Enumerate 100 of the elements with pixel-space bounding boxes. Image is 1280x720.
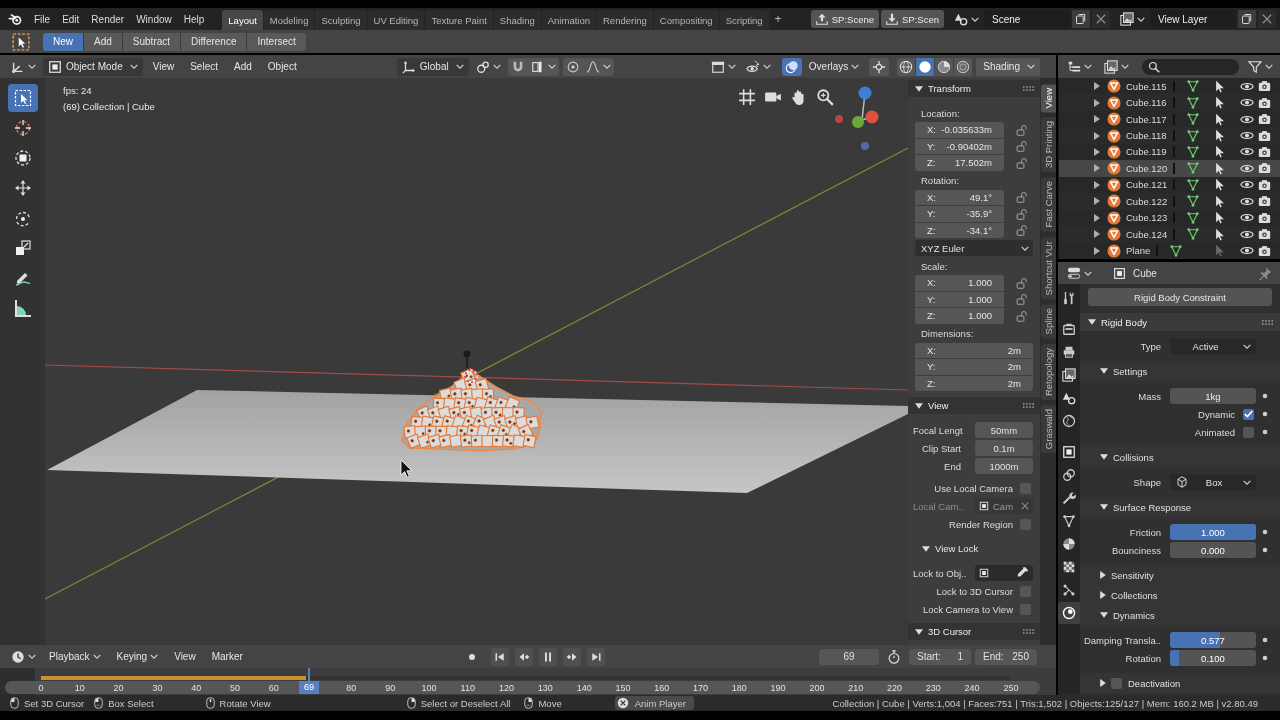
camera-icon[interactable] xyxy=(1258,129,1271,142)
number-field[interactable]: Z: 17.502m xyxy=(915,155,1004,171)
pointer-arrow-icon[interactable] xyxy=(1215,79,1225,93)
eye-icon[interactable] xyxy=(1240,212,1254,224)
sidebar-tab[interactable]: Spline xyxy=(1040,304,1056,339)
workspace-tab[interactable]: Animation xyxy=(541,10,596,30)
panel-header[interactable]: 3D Cursor xyxy=(908,623,1040,640)
remove-view-layer-button[interactable] xyxy=(1258,10,1276,28)
dropdown[interactable]: Box xyxy=(1170,474,1256,490)
checkbox[interactable] xyxy=(1020,585,1031,597)
number-field[interactable]: 1kg xyxy=(1170,388,1256,404)
drag-handle-icon[interactable] xyxy=(1262,319,1273,325)
collapsed-triangle-icon[interactable] xyxy=(1094,246,1100,255)
number-field[interactable]: X: 49.1° xyxy=(915,189,1004,205)
eye-icon[interactable] xyxy=(1240,195,1254,207)
menu-item[interactable]: Select xyxy=(184,57,224,76)
eye-icon[interactable] xyxy=(1240,228,1254,240)
number-field[interactable]: Z: 2m xyxy=(915,375,1033,391)
current-frame-field[interactable]: 69 xyxy=(819,648,879,665)
workspace-tab[interactable]: Scripting xyxy=(719,10,769,30)
start-frame-field[interactable]: Start: 1 xyxy=(909,648,971,665)
collapsed-triangle-icon[interactable] xyxy=(1094,230,1100,239)
object-field[interactable] xyxy=(975,565,1033,581)
number-field[interactable]: Y: 1.000 xyxy=(915,291,1004,307)
mesh-data-icon[interactable] xyxy=(1186,113,1199,126)
checkbox[interactable] xyxy=(1020,518,1031,530)
camera-icon[interactable] xyxy=(1258,145,1271,158)
keyframe-dot-icon[interactable] xyxy=(1262,529,1268,535)
search-field[interactable] xyxy=(1142,58,1239,75)
slider-field[interactable]: 0.577 xyxy=(1170,632,1256,648)
sidebar-tab[interactable]: Retopology xyxy=(1040,343,1056,400)
sidebar-tab[interactable]: 3D Printing xyxy=(1040,117,1056,173)
dropdown[interactable]: Active xyxy=(1170,338,1256,354)
drag-handle-icon[interactable] xyxy=(1023,629,1034,634)
sidebar-tab[interactable]: Fast Carve xyxy=(1040,177,1056,232)
workspace-tab[interactable]: Modeling xyxy=(263,10,315,30)
3d-cursor-icon[interactable] xyxy=(464,369,478,383)
keyframe-dot-icon[interactable] xyxy=(1262,637,1268,643)
workspace-tab[interactable]: Texture Paint xyxy=(425,10,493,30)
number-field[interactable]: Y: 2m xyxy=(915,359,1033,375)
rotation-mode-dropdown[interactable]: XYZ Euler xyxy=(915,240,1033,256)
checkbox[interactable] xyxy=(1243,426,1254,438)
camera-icon[interactable] xyxy=(1258,244,1271,257)
empty-marker-icon[interactable] xyxy=(463,350,471,369)
view-layer-name-field[interactable]: View Layer xyxy=(1150,10,1236,28)
subpanel-header[interactable]: Settings xyxy=(1080,361,1280,381)
properties-tab[interactable] xyxy=(1058,602,1080,624)
mesh-data-icon[interactable] xyxy=(1187,162,1200,175)
camera-icon[interactable] xyxy=(1258,178,1271,191)
mesh-data-icon[interactable] xyxy=(1170,244,1183,257)
running-job-button[interactable]: Anim Player xyxy=(614,696,694,710)
panel-header[interactable]: Transform xyxy=(908,80,1040,97)
playback-button[interactable] xyxy=(586,647,605,666)
cancel-icon[interactable] xyxy=(616,697,629,709)
menu-item[interactable]: Playback xyxy=(43,647,107,666)
lock-open-icon[interactable] xyxy=(1016,191,1028,204)
subpanel-header[interactable]: Dynamics xyxy=(1080,605,1280,625)
keyframe-dot-icon[interactable] xyxy=(1262,393,1268,399)
collapsed-triangle-icon[interactable] xyxy=(1094,164,1100,173)
subpanel-header[interactable]: Deactivation xyxy=(1080,673,1280,693)
overlays-toggle[interactable] xyxy=(781,57,802,76)
lock-open-icon[interactable] xyxy=(1016,276,1028,289)
camera-icon[interactable] xyxy=(1258,113,1271,126)
pointer-arrow-icon[interactable] xyxy=(1215,211,1225,225)
menu-item[interactable]: View xyxy=(168,647,202,666)
pointer-arrow-icon[interactable] xyxy=(1215,112,1225,126)
lock-open-icon[interactable] xyxy=(1016,207,1028,220)
number-field[interactable]: 50mm xyxy=(975,422,1033,438)
selection-mode-button[interactable]: Add xyxy=(84,32,123,51)
subpanel-header[interactable]: View Lock xyxy=(908,540,1040,557)
subpanel-header[interactable]: Collisions xyxy=(1080,447,1280,467)
menu-item[interactable]: Add xyxy=(228,57,258,76)
mesh-data-icon[interactable] xyxy=(1187,195,1200,208)
camera-icon[interactable] xyxy=(1258,228,1271,241)
eye-icon[interactable] xyxy=(1240,97,1254,109)
playback-button[interactable] xyxy=(562,647,581,666)
workspace-tab[interactable]: Sculpting xyxy=(315,10,367,30)
pin-icon[interactable] xyxy=(1258,266,1272,280)
selection-mode-button[interactable]: Difference xyxy=(181,32,248,51)
keyframe-dot-icon[interactable] xyxy=(1262,547,1268,553)
sidebar-tab[interactable]: View xyxy=(1040,84,1056,113)
tool-button[interactable] xyxy=(8,84,38,112)
number-field[interactable]: Z: 1.000 xyxy=(915,308,1004,324)
display-mode-button[interactable] xyxy=(1101,57,1132,76)
outliner-row[interactable]: Cube.120 xyxy=(1059,160,1280,177)
eye-icon[interactable] xyxy=(1240,80,1254,92)
lock-open-icon[interactable] xyxy=(1016,293,1028,306)
menu-item[interactable]: File xyxy=(28,9,57,29)
number-field[interactable]: Y: -0.90402m xyxy=(915,138,1004,154)
stopwatch-icon[interactable] xyxy=(887,649,901,664)
selection-mode-button[interactable]: New xyxy=(43,32,84,51)
camera-icon[interactable] xyxy=(1258,195,1271,208)
orientation-dropdown[interactable]: Global xyxy=(396,57,469,76)
collapsed-triangle-icon[interactable] xyxy=(1094,147,1100,156)
rigid-body-constraint-button[interactable]: Rigid Body Constraint xyxy=(1088,288,1272,306)
drag-handle-icon[interactable] xyxy=(1023,403,1034,408)
keyframe-dot-icon[interactable] xyxy=(1262,655,1268,661)
eye-icon[interactable] xyxy=(1240,245,1254,257)
shading-dropdown[interactable]: Shading xyxy=(976,57,1040,76)
new-scene-button[interactable] xyxy=(1072,10,1090,28)
